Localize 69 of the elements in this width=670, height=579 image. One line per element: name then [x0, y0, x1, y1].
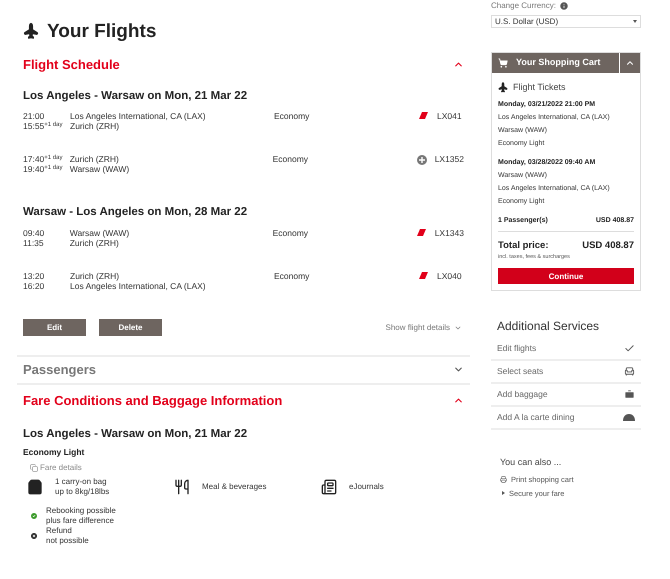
departure-airport: Warsaw (WAW) — [70, 228, 130, 238]
arrival-airport: Zurich (ZRH) — [70, 121, 120, 132]
departure-time: 21:00 — [23, 111, 44, 122]
route-heading: Los Angeles - Warsaw on Mon, 21 Mar 22 — [23, 427, 248, 442]
total-price: USD 408.87 — [582, 239, 634, 252]
arrival-time: 11:35 — [23, 238, 45, 248]
copy-icon — [30, 464, 38, 472]
departure-time: 09:40 — [23, 228, 46, 238]
departure-airport: Zurich (ZRH) — [70, 270, 120, 280]
arrival-airport: Los Angeles International, CA (LAX) — [70, 280, 207, 290]
cabin-class: Economy — [272, 154, 310, 166]
currency-select[interactable]: U.S. Dollar (USD) — [491, 15, 641, 28]
airplane-icon — [496, 80, 510, 95]
flight-number: LX1352 — [434, 154, 464, 166]
cart-section-title: Flight Tickets — [513, 81, 566, 94]
section-title: Flight Schedule — [23, 56, 120, 74]
tail-fin-icon — [419, 112, 428, 120]
continue-button[interactable]: Continue — [498, 268, 634, 284]
section-title: Fare Conditions and Baggage Information — [23, 392, 282, 410]
flight-number: LX1343 — [434, 228, 464, 240]
arrival-airport: Warsaw (WAW) — [70, 164, 130, 174]
services-title: Additional Services — [497, 318, 600, 335]
plus-circle-icon — [416, 155, 427, 166]
service-item[interactable]: Edit flights — [491, 338, 641, 361]
feature-text: 1 carry-on bag up to 8kg/18lbs — [55, 477, 110, 497]
flight-number: LX041 — [437, 111, 462, 124]
service-item[interactable]: Add baggage — [491, 384, 641, 407]
cabin-class: Economy — [274, 111, 310, 124]
arrival-time: 19:40$^{+1 day}$ — [23, 164, 64, 174]
departure-time: 17:40$^{+1 day}$ — [23, 154, 64, 164]
cabin-class: Economy — [272, 228, 310, 240]
arrival-time: 15:55$^{+1 day}$ — [23, 121, 64, 132]
seat-icon — [624, 366, 635, 377]
suitcase-icon — [624, 389, 635, 400]
fare-name: Economy Light — [23, 446, 86, 459]
route-heading: Warsaw - Los Angeles on Mon, 28 Mar 22 — [23, 205, 248, 220]
delete-button[interactable]: Delete — [99, 319, 162, 336]
service-item[interactable]: Select seats — [491, 361, 641, 384]
departure-airport: Los Angeles International, CA (LAX) — [70, 111, 207, 122]
arrival-airport: Zurich (ZRH) — [70, 238, 119, 248]
flight-number: LX040 — [437, 270, 462, 282]
departure-time: 13:20 — [23, 270, 46, 280]
edit-button[interactable]: Edit — [23, 319, 86, 336]
show-details-link[interactable]: Show flight details — [386, 322, 462, 334]
journal-icon — [321, 479, 337, 495]
feature-text: Meal & beverages — [202, 482, 266, 492]
section-title: Passengers — [23, 360, 96, 379]
arrival-time: 16:20 — [23, 280, 46, 290]
condition-text: Rebooking possible plus fare difference — [46, 506, 116, 526]
info-icon[interactable] — [558, 1, 569, 11]
printer-icon — [500, 476, 507, 483]
route-heading: Los Angeles - Warsaw on Mon, 21 Mar 22 — [23, 89, 248, 104]
service-item[interactable]: Add A la carte dining — [491, 407, 641, 430]
departure-airport: Zurich (ZRH) — [70, 154, 120, 164]
cart-title: Your Shopping Cart — [516, 56, 600, 70]
currency-label: Change Currency: — [491, 0, 556, 12]
cloche-icon — [623, 414, 635, 421]
page-title: Your Flights — [47, 20, 156, 44]
tail-fin-icon — [419, 272, 428, 278]
tail-fin-icon — [416, 228, 426, 236]
check-icon — [624, 343, 635, 354]
feature-text: eJournals — [349, 482, 384, 492]
condition-text: Refund not possible — [46, 526, 89, 546]
utensils-icon — [174, 479, 190, 495]
cabin-class: Economy — [274, 270, 310, 283]
also-title: You can also ... — [500, 456, 562, 469]
total-label: Total price: — [498, 239, 548, 252]
cart-icon — [498, 58, 508, 68]
fare-details-link[interactable]: Fare details — [30, 462, 82, 474]
